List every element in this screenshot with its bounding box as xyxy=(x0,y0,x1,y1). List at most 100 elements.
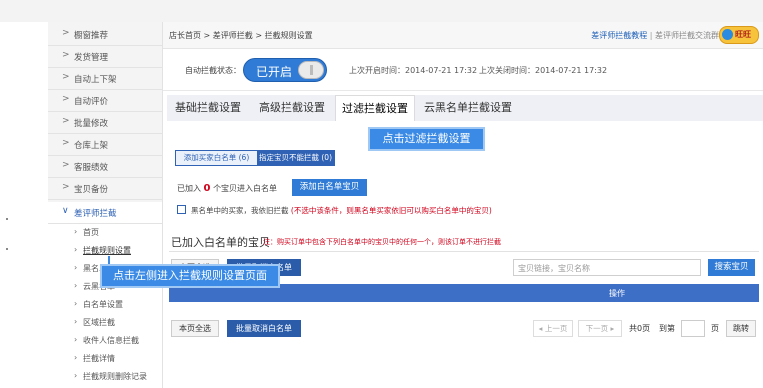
search-placeholder: 宝贝链接，宝贝名称 xyxy=(518,264,590,273)
total-pages: 共0页 xyxy=(629,324,651,333)
sidebar-subitem-active[interactable]: › 拦截规则设置 xyxy=(48,242,162,259)
page-unit: 页 xyxy=(711,324,719,333)
brand-badge[interactable]: 旺旺 xyxy=(719,26,759,44)
chevron-right-icon: › xyxy=(74,317,78,326)
callout-filter-tab: 点击过滤拦截设置 xyxy=(368,127,485,151)
op-column-header: 操作 xyxy=(609,289,625,298)
sidebar-item[interactable]: > 仓库上架 xyxy=(48,134,162,156)
sidebar-group-label: 差评师拦截 xyxy=(74,209,117,219)
sidebar-item-label: 自动评价 xyxy=(74,97,109,107)
group-link[interactable]: 差评师拦截交流群 xyxy=(655,31,719,40)
sidebar-item[interactable]: > 自动上下架 xyxy=(48,68,162,90)
sidebar-item-label: 橱窗推荐 xyxy=(74,31,109,41)
tutorial-link[interactable]: 差评师拦截教程 xyxy=(591,31,647,40)
chevron-right-icon: › xyxy=(74,353,78,362)
sidebar-item-label: 客服绩效 xyxy=(74,163,109,173)
sidebar: > 橱窗推荐 > 发货管理 > 自动上下架 > 自动评价 > 批量修改 > 仓库上架 > 客服… xyxy=(48,22,163,388)
margin-dot xyxy=(6,248,8,250)
sidebar-item-label: 批量修改 xyxy=(74,119,109,129)
tab-bar: 基础拦截设置 高级拦截设置 过滤拦截设置 云黑名单拦截设置 xyxy=(167,95,763,121)
prev-page-button[interactable]: ◂ 上一页 xyxy=(533,320,573,337)
search-button[interactable]: 搜索宝贝 xyxy=(708,259,755,276)
count-number: 0 xyxy=(203,183,211,194)
chevron-right-icon: › xyxy=(74,371,78,380)
sidebar-subitem[interactable]: › 首页 xyxy=(48,224,162,241)
add-whitelist-item-button[interactable]: 添加白名单宝贝 xyxy=(292,179,367,196)
brand-text: 旺旺 xyxy=(735,30,751,39)
chevron-down-icon: ∨ xyxy=(62,206,69,216)
filter-subtabs: 添加买家白名单 (6) 指定宝贝不能拦截 (0) xyxy=(175,150,335,166)
subtab-item-whitelist[interactable]: 指定宝贝不能拦截 (0) xyxy=(257,151,334,165)
chevron-right-icon: > xyxy=(62,28,70,38)
sidebar-subitem-label: 拦截详情 xyxy=(83,354,115,363)
blacklist-option-note: (不选中该条件，则黑名单买家依旧可以购买白名单中的宝贝) xyxy=(290,206,492,215)
sidebar-item[interactable]: > 发货管理 xyxy=(48,46,162,68)
sidebar-item[interactable]: > 批量修改 xyxy=(48,112,162,134)
callout-sidebar: 点击左侧进入拦截规则设置页面 xyxy=(100,264,280,288)
sidebar-subitem[interactable]: › 拦截详情 xyxy=(48,350,162,367)
tab-cloud-blacklist[interactable]: 云黑名单拦截设置 xyxy=(419,95,517,121)
subtab-buyer-whitelist[interactable]: 添加买家白名单 (6) xyxy=(176,151,257,165)
auto-block-toggle[interactable]: 已开启 xyxy=(243,58,327,82)
sidebar-subitem[interactable]: › 拦截规则删除记录 xyxy=(48,368,162,385)
toggle-text: 已开启 xyxy=(256,65,293,79)
tab-advanced[interactable]: 高级拦截设置 xyxy=(251,95,333,121)
sidebar-item-label: 仓库上架 xyxy=(74,141,109,151)
sidebar-subitem-label: 首页 xyxy=(83,228,99,237)
sidebar-item[interactable]: > 客服绩效 xyxy=(48,156,162,178)
tab-filter[interactable]: 过滤拦截设置 xyxy=(335,95,415,121)
sidebar-group-header[interactable]: ∨ 差评师拦截 xyxy=(48,202,162,224)
divider xyxy=(169,251,759,252)
sidebar-subitem[interactable]: › 白名单设置 xyxy=(48,296,162,313)
whitelist-count: 已加入 0 个宝贝进入白名单 xyxy=(177,183,277,194)
sidebar-subitem-label: 拦截规则删除记录 xyxy=(83,372,147,381)
sidebar-item-label: 宝贝备份 xyxy=(74,185,109,195)
chevron-right-icon: > xyxy=(62,116,70,126)
breadcrumb: 店长首页 > 差评师拦截 > 拦截规则设置 xyxy=(169,31,313,40)
sidebar-subitem[interactable]: › 收件人信息拦截 xyxy=(48,332,162,349)
section-title: 已加入白名单的宝贝 xyxy=(171,236,270,249)
margin-dot xyxy=(6,218,8,220)
blacklist-option: 黑名单中的买家，我依旧拦截 (不选中该条件，则黑名单买家依旧可以购买白名单中的宝… xyxy=(191,205,492,216)
page-number-input[interactable] xyxy=(681,320,705,337)
toggle-knob xyxy=(298,61,324,79)
count-prefix: 已加入 xyxy=(177,184,201,193)
sidebar-item[interactable]: > 橱窗推荐 xyxy=(48,24,162,46)
chevron-right-icon: › xyxy=(74,281,78,290)
next-page-button[interactable]: 下一页 ▸ xyxy=(578,320,622,337)
status-row: 自动拦截状态： 已开启 上次开启时间：2014-07-21 17:32 上次关闭… xyxy=(163,50,763,91)
sidebar-subitem-label: 白名单设置 xyxy=(83,300,123,309)
blacklist-checkbox[interactable] xyxy=(177,205,186,214)
jump-button[interactable]: 跳转 xyxy=(726,320,756,337)
header-links: 差评师拦截教程 | 差评师拦截交流群 xyxy=(591,31,719,40)
select-all-button-bottom[interactable]: 本页全选 xyxy=(171,320,219,337)
tab-basic[interactable]: 基础拦截设置 xyxy=(167,95,249,121)
last-close-time: 上次关闭时间：2014-07-21 17:32 xyxy=(479,66,608,75)
chevron-right-icon: › xyxy=(74,335,78,344)
chevron-right-icon: > xyxy=(62,50,70,60)
count-suffix: 个宝贝进入白名单 xyxy=(213,184,278,193)
batch-cancel-button-bottom[interactable]: 批量取消白名单 xyxy=(227,320,301,337)
sidebar-item-label: 自动上下架 xyxy=(74,75,117,85)
last-open-time: 上次开启时间：2014-07-21 17:32 xyxy=(349,66,478,75)
auto-block-label: 自动拦截状态： xyxy=(185,66,241,75)
search-input[interactable]: 宝贝链接，宝贝名称 xyxy=(513,259,701,276)
sidebar-item[interactable]: > 自动评价 xyxy=(48,90,162,112)
sidebar-item[interactable]: > 宝贝备份 xyxy=(48,178,162,200)
chevron-right-icon: › xyxy=(74,263,78,272)
chevron-right-icon: › xyxy=(74,227,78,236)
header-bar: 店长首页 > 差评师拦截 > 拦截规则设置 差评师拦截教程 | 差评师拦截交流群… xyxy=(163,22,763,49)
sidebar-subitem-label: 收件人信息拦截 xyxy=(83,336,139,345)
chevron-right-icon: › xyxy=(74,245,78,254)
sidebar-subitem-label: 区域拦截 xyxy=(83,318,115,327)
sidebar-item-label: 发货管理 xyxy=(74,53,109,63)
main-content: 店长首页 > 差评师拦截 > 拦截规则设置 差评师拦截教程 | 差评师拦截交流群… xyxy=(163,22,763,388)
sidebar-subitem[interactable]: › 区域拦截 xyxy=(48,314,162,331)
chevron-right-icon: > xyxy=(62,138,70,148)
top-strip xyxy=(0,0,763,22)
chevron-right-icon: > xyxy=(62,160,70,170)
chevron-right-icon: > xyxy=(62,94,70,104)
goto-label: 到第 xyxy=(659,324,675,333)
blacklist-option-text: 黑名单中的买家，我依旧拦截 xyxy=(191,206,289,215)
section-note: 注：购买订单中包含下列白名单中的宝贝中的任何一个，则该订单不进行拦截 xyxy=(263,238,501,246)
